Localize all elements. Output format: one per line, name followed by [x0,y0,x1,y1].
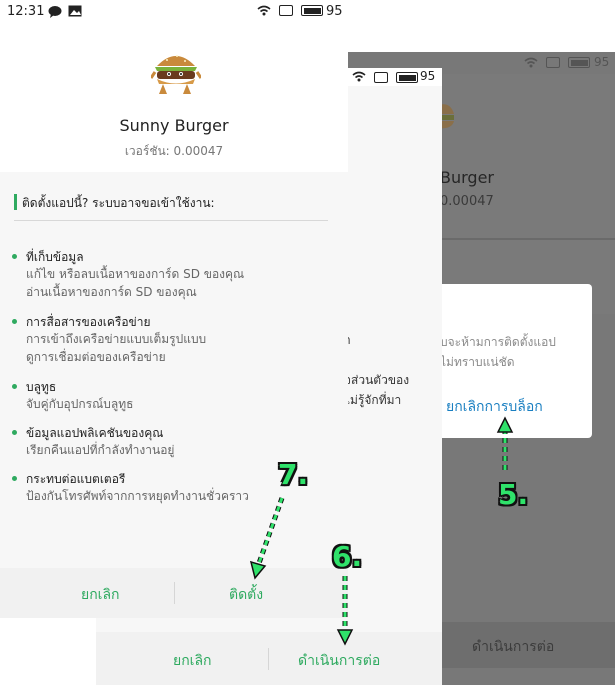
step6-arrowhead [336,629,354,646]
step5-arrowhead [496,416,514,433]
step7-arrowhead [249,560,267,580]
step-5-label: 5. [498,478,529,511]
step7-arrow [256,497,284,567]
step-7-label: 7. [278,458,309,491]
annotation-arrows [249,416,514,646]
step-6-label: 6. [332,540,363,573]
